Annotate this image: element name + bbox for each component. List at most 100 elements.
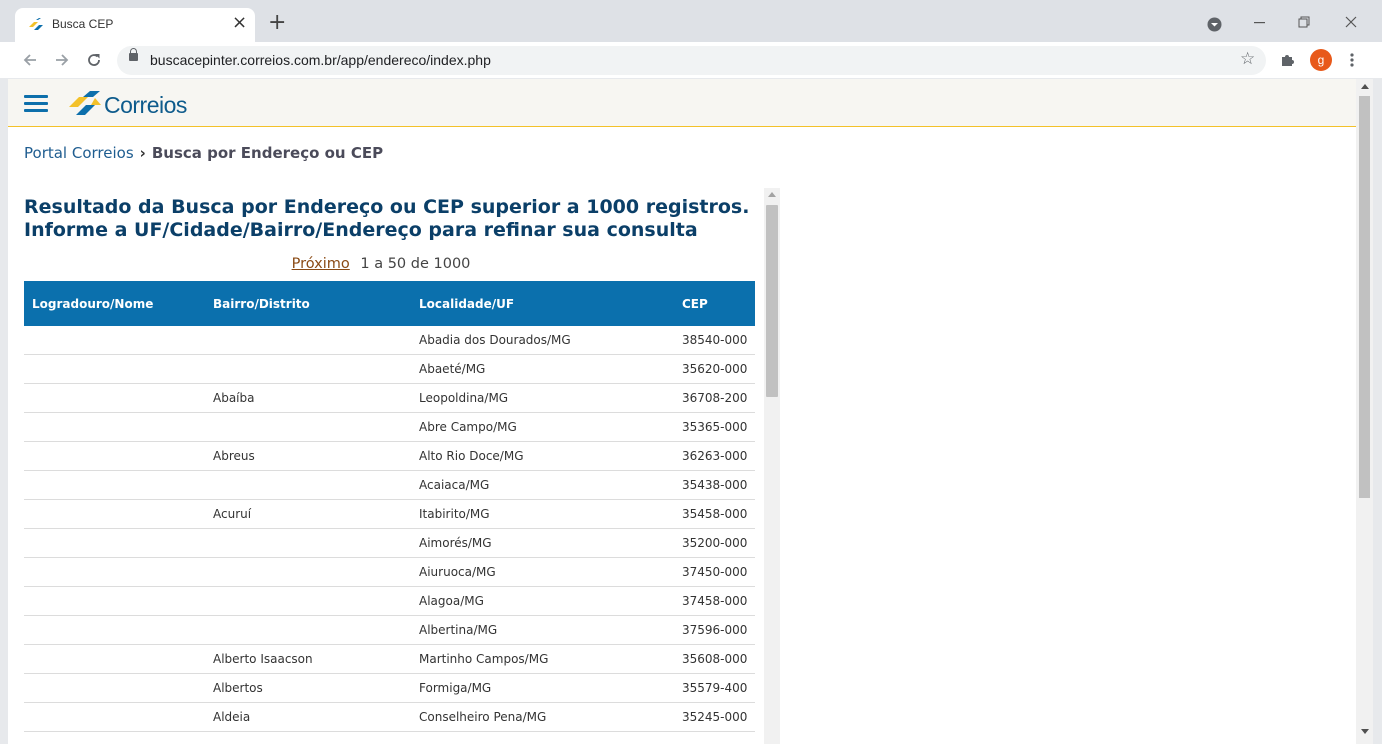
table-row: Abre Campo/MG 35365-000 <box>24 412 755 442</box>
cell-bairro: Abreus <box>205 441 411 471</box>
results-scrollbar-thumb[interactable] <box>766 205 778 397</box>
cell-localidade: Aimorés/MG <box>411 528 674 558</box>
close-window-icon[interactable] <box>1345 16 1357 28</box>
lock-icon[interactable] <box>129 48 138 61</box>
cell-logradouro <box>24 470 205 500</box>
column-header: Logradouro/Nome <box>24 281 205 326</box>
scroll-down-arrow-icon[interactable] <box>1361 729 1369 734</box>
breadcrumb-home-link[interactable]: Portal Correios <box>24 144 134 162</box>
table-header-row: Logradouro/Nome Bairro/Distrito Localida… <box>24 281 755 326</box>
correios-logo-icon[interactable] <box>67 89 103 117</box>
star-icon[interactable]: ☆ <box>1240 49 1255 69</box>
address-bar[interactable]: buscacepinter.correios.com.br/app/endere… <box>117 46 1266 75</box>
tab-close-icon[interactable]: × <box>232 12 247 33</box>
browser-toolbar: buscacepinter.correios.com.br/app/endere… <box>0 42 1382 78</box>
cell-bairro <box>205 412 411 442</box>
tab-strip: Busca CEP × + <box>0 0 1382 42</box>
cell-bairro: Albertos <box>205 673 411 703</box>
cell-logradouro <box>24 673 205 703</box>
restore-icon[interactable] <box>1298 16 1310 28</box>
cell-localidade: Albertina/MG <box>411 615 674 645</box>
scroll-up-arrow-icon[interactable] <box>768 192 776 197</box>
results-scrollbar[interactable] <box>764 188 780 744</box>
cell-logradouro <box>24 326 205 355</box>
cell-bairro: Alberto Isaacson <box>205 644 411 674</box>
site-header: Correios <box>8 79 1356 127</box>
page-range: 1 a 50 de 1000 <box>360 256 471 272</box>
cell-localidade: Abaeté/MG <box>411 354 674 384</box>
new-tab-button[interactable]: + <box>268 12 286 34</box>
table-row: Abaeté/MG 35620-000 <box>24 354 755 384</box>
cell-localidade: Itabirito/MG <box>411 499 674 529</box>
browser-tab[interactable]: Busca CEP × <box>15 8 255 42</box>
cell-cep: 35365-000 <box>674 412 755 442</box>
cell-logradouro <box>24 528 205 558</box>
table-row: Alberto Isaacson Martinho Campos/MG 35608-… <box>24 644 755 674</box>
reload-icon[interactable] <box>86 52 102 68</box>
column-header: Bairro/Distrito <box>205 281 411 326</box>
tab-title: Busca CEP <box>52 17 114 31</box>
page-viewport: Correios Portal Correios › Busca por Ender… <box>8 79 1356 744</box>
cell-localidade: Formiga/MG <box>411 673 674 703</box>
url-text[interactable]: buscacepinter.correios.com.br/app/endere… <box>150 52 491 68</box>
profile-dropdown-icon[interactable] <box>1207 17 1222 32</box>
cell-cep: 36263-000 <box>674 441 755 471</box>
cell-logradouro <box>24 586 205 616</box>
kebab-menu-icon[interactable] <box>1349 52 1355 68</box>
cell-bairro <box>205 586 411 616</box>
cell-cep: 35458-000 <box>674 499 755 529</box>
cell-logradouro <box>24 644 205 674</box>
results-frame: Resultado da Busca por Endereço ou CEP s… <box>8 188 780 744</box>
cell-cep: 35245-000 <box>674 702 755 732</box>
table-row: Alagoa/MG 37458-000 <box>24 586 755 616</box>
table-row: Aiuruoca/MG 37450-000 <box>24 557 755 587</box>
cell-bairro <box>205 326 411 355</box>
cell-cep: 35438-000 <box>674 470 755 500</box>
back-arrow-icon[interactable] <box>22 52 38 68</box>
scroll-up-arrow-icon[interactable] <box>1361 84 1369 89</box>
cell-cep: 37458-000 <box>674 586 755 616</box>
next-page-link[interactable]: Próximo <box>292 256 350 272</box>
column-header: Localidade/UF <box>411 281 674 326</box>
cell-logradouro <box>24 412 205 442</box>
table-row: Abreus Alto Rio Doce/MG 36263-000 <box>24 441 755 471</box>
table-row: Acaiaca/MG 35438-000 <box>24 470 755 500</box>
cell-logradouro <box>24 499 205 529</box>
cell-localidade: Abre Campo/MG <box>411 412 674 442</box>
minimize-icon[interactable] <box>1254 22 1265 24</box>
table-row: Albertos Formiga/MG 35579-400 <box>24 673 755 703</box>
results-title-line1: Resultado da Busca por Endereço ou CEP s… <box>24 196 750 218</box>
table-row: Abadia dos Dourados/MG 38540-000 <box>24 326 755 355</box>
cell-cep: 35579-400 <box>674 673 755 703</box>
cell-bairro <box>205 528 411 558</box>
forward-arrow-icon[interactable] <box>54 52 70 68</box>
profile-avatar[interactable]: g <box>1310 49 1332 71</box>
cell-localidade: Martinho Campos/MG <box>411 644 674 674</box>
puzzle-icon[interactable] <box>1280 52 1296 68</box>
cell-cep: 37596-000 <box>674 615 755 645</box>
cell-bairro: Aldeia <box>205 702 411 732</box>
page-scrollbar-thumb[interactable] <box>1359 96 1370 498</box>
page-scrollbar[interactable] <box>1356 79 1373 744</box>
cell-cep: 35200-000 <box>674 528 755 558</box>
breadcrumb-separator: › <box>139 144 146 162</box>
cell-localidade: Alagoa/MG <box>411 586 674 616</box>
cell-logradouro <box>24 354 205 384</box>
cell-localidade: Alto Rio Doce/MG <box>411 441 674 471</box>
breadcrumb-current: Busca por Endereço ou CEP <box>151 144 384 162</box>
cell-localidade: Conselheiro Pena/MG <box>411 702 674 732</box>
cell-logradouro <box>24 702 205 732</box>
logo-text[interactable]: Correios <box>104 92 187 119</box>
table-row: Aldeia Conselheiro Pena/MG 35245-000 <box>24 702 755 732</box>
cell-bairro <box>205 557 411 587</box>
cell-logradouro <box>24 557 205 587</box>
cell-cep: 35608-000 <box>674 644 755 674</box>
correios-favicon-icon <box>29 18 43 30</box>
hamburger-icon[interactable] <box>24 95 48 112</box>
results-title-line2: Informe a UF/Cidade/Bairro/Endereço para… <box>24 219 698 241</box>
cell-bairro <box>205 354 411 384</box>
cell-localidade: Aiuruoca/MG <box>411 557 674 587</box>
results-title: Resultado da Busca por Endereço ou CEP s… <box>24 196 749 242</box>
cell-logradouro <box>24 383 205 413</box>
results-table: Logradouro/Nome Bairro/Distrito Localida… <box>24 281 755 732</box>
